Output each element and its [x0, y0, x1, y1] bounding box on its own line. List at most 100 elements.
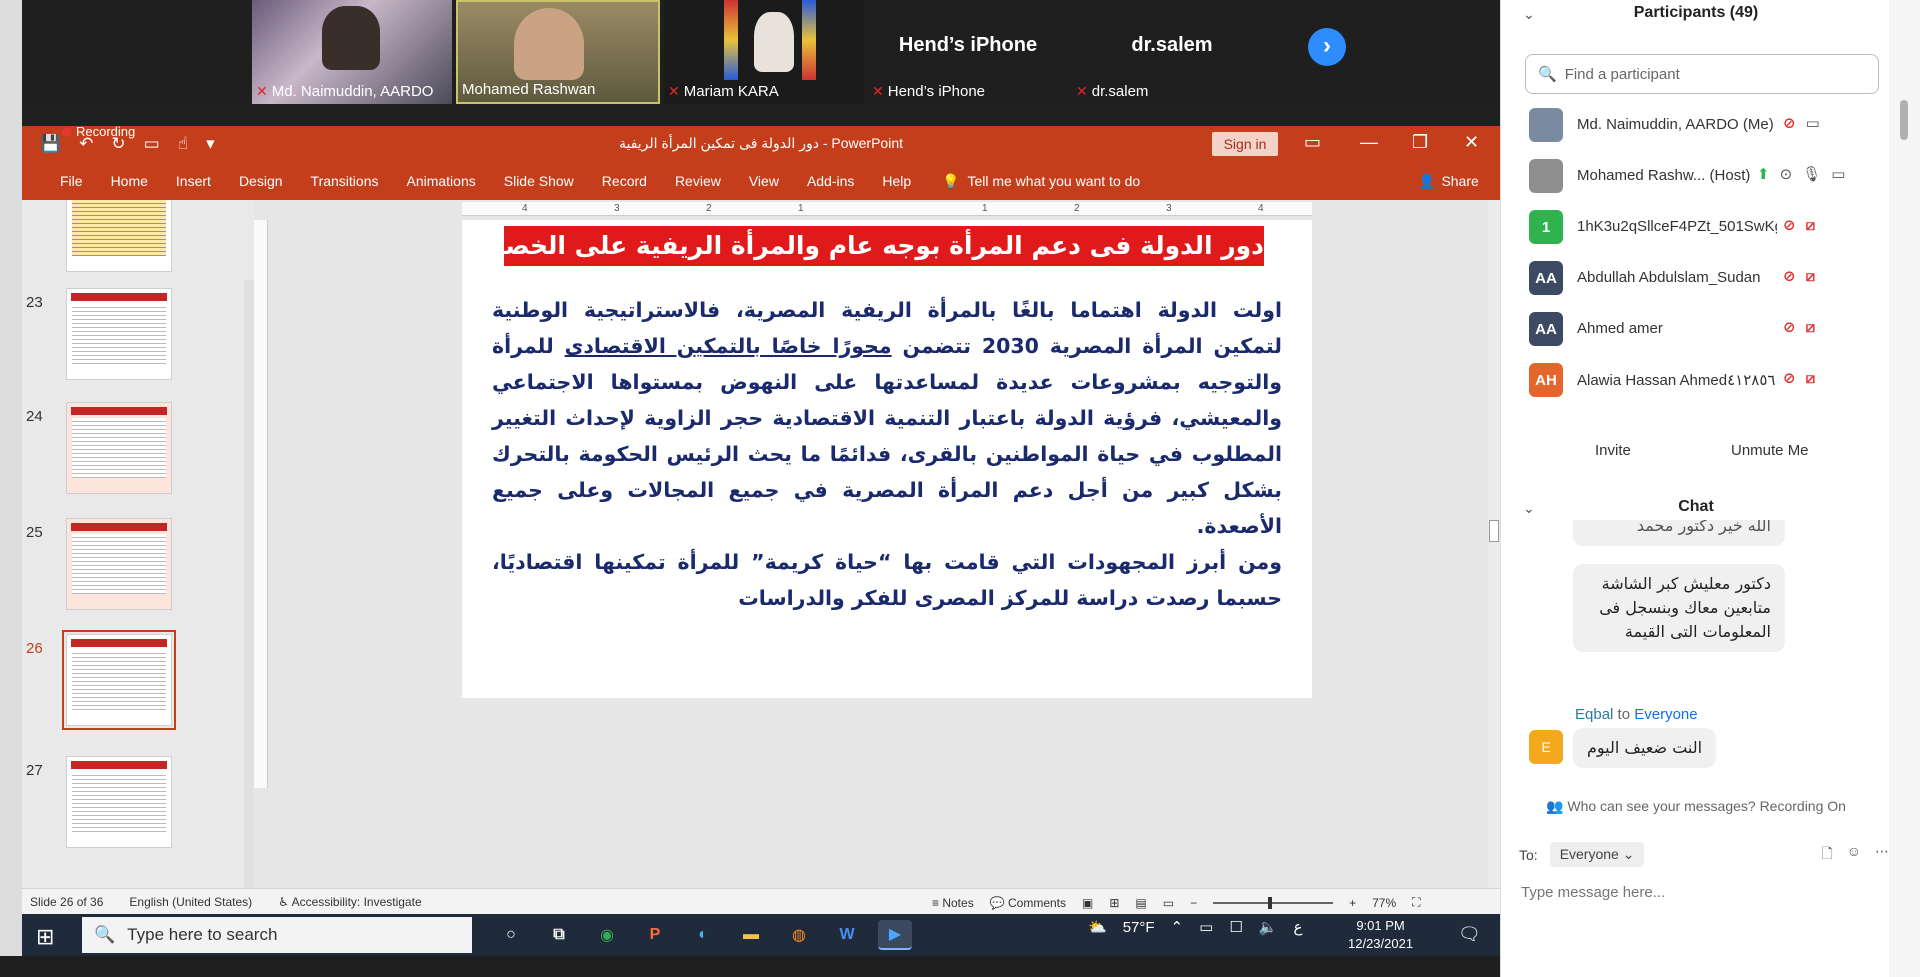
- participant-row[interactable]: AA Abdullah Abdulslam_Sudan ⊘ ⧄: [1501, 253, 1891, 303]
- task-view-icon[interactable]: ⧉: [542, 920, 576, 950]
- slide-canvas[interactable]: دور الدولة فى دعم المرأة بوجه عام والمرأ…: [462, 220, 1312, 698]
- file-icon[interactable]: 🗋: [1821, 843, 1832, 867]
- tab-slide-show[interactable]: Slide Show: [490, 173, 588, 189]
- participant-status-icons: ⬆ ⊙ 🎙 ▭: [1757, 165, 1845, 183]
- volume-icon[interactable]: 🔈: [1259, 918, 1278, 936]
- share-screen-icon: ⬆: [1757, 166, 1770, 183]
- slide-title[interactable]: دور الدولة فى دعم المرأة بوجه عام والمرأ…: [504, 226, 1264, 266]
- panel-scrollbar[interactable]: [1889, 0, 1920, 977]
- network-icon[interactable]: ☐: [1229, 918, 1242, 936]
- zoom-out-icon[interactable]: −: [1190, 896, 1197, 910]
- video-tile-mariam[interactable]: ✕ Mariam KARA: [664, 0, 864, 104]
- zoom-in-icon[interactable]: +: [1349, 896, 1356, 910]
- slide-thumbnail[interactable]: [66, 200, 172, 272]
- taskbar-search-box[interactable]: 🔍 Type here to search: [82, 917, 472, 953]
- reading-view-icon[interactable]: ▤: [1135, 896, 1146, 910]
- slideshow-view-icon[interactable]: ▭: [1163, 896, 1174, 910]
- edge-icon[interactable]: ◐: [686, 920, 720, 950]
- weather-icon[interactable]: ⛅: [1088, 918, 1107, 936]
- language-indicator[interactable]: English (United States): [129, 895, 252, 909]
- tab-review[interactable]: Review: [661, 173, 735, 189]
- video-tile-naimuddin[interactable]: ✕ Md. Naimuddin, AARDO: [252, 0, 452, 104]
- weather-temp[interactable]: 57°F: [1123, 919, 1155, 936]
- tab-home[interactable]: Home: [97, 173, 162, 189]
- slide-thumbnail[interactable]: [66, 756, 172, 848]
- video-tile-label: ✕ dr.salem: [1076, 83, 1149, 100]
- participant-row[interactable]: AH Alawia Hassan Ahmed٤١٢٨٥٦ ⊘ ⧄: [1501, 355, 1891, 405]
- tab-add-ins[interactable]: Add-ins: [793, 173, 868, 189]
- word-icon[interactable]: W: [830, 920, 864, 950]
- tab-help[interactable]: Help: [868, 173, 925, 189]
- zoom-slider[interactable]: [1213, 896, 1334, 909]
- flag-decoration: [724, 0, 738, 80]
- notifications-icon[interactable]: 🗨: [1458, 924, 1481, 945]
- share-button[interactable]: 👤 Share: [1418, 173, 1479, 190]
- slide-thumbnail[interactable]: [62, 630, 176, 730]
- recipient-select[interactable]: Everyone ⌄: [1549, 842, 1645, 867]
- scrollbar-thumb[interactable]: [1489, 520, 1499, 542]
- accessibility-status[interactable]: ♿ Accessibility: Investigate: [278, 895, 422, 909]
- emoji-icon[interactable]: ☺: [1847, 843, 1861, 867]
- tray-expand-icon[interactable]: ⌃: [1171, 918, 1184, 936]
- fit-slide-icon[interactable]: ⛶: [1412, 895, 1420, 910]
- slide-number: 25: [26, 524, 43, 541]
- video-tile-rashwan[interactable]: Mohamed Rashwan: [456, 0, 660, 104]
- taskbar-clock[interactable]: 9:01 PM 12/23/2021: [1348, 917, 1413, 953]
- notes-button[interactable]: ≡ Notes: [932, 896, 974, 910]
- slide-thumbnail[interactable]: [66, 288, 172, 380]
- thumbnail-title-band: [71, 761, 167, 769]
- participant-row[interactable]: Mohamed Rashw... (Host) ⬆ ⊙ 🎙 ▭: [1501, 151, 1891, 201]
- tab-view[interactable]: View: [735, 173, 793, 189]
- invite-button[interactable]: Invite: [1579, 436, 1647, 466]
- keyboard-language[interactable]: ع: [1293, 918, 1302, 936]
- background-window-edge: [0, 0, 22, 977]
- comments-button[interactable]: 💬 Comments: [990, 896, 1066, 910]
- firefox-icon[interactable]: ◍: [782, 920, 816, 950]
- close-icon[interactable]: ✕: [1464, 132, 1479, 153]
- participant-row[interactable]: 11hK3u2qSllceF4PZt_501SwKgrA...⊘⧄: [1501, 202, 1891, 252]
- chrome-icon[interactable]: ◉: [590, 920, 624, 950]
- chat-bubble: دكتور معليش كبر الشاشة متابعين معاك وبنس…: [1573, 564, 1785, 652]
- chat-message-input[interactable]: [1521, 880, 1881, 904]
- tab-file[interactable]: File: [46, 173, 97, 189]
- zoom-slider-knob[interactable]: [1268, 896, 1273, 909]
- slide-vertical-scrollbar[interactable]: [1488, 200, 1500, 888]
- thumbnails-scrollbar[interactable]: [244, 280, 254, 956]
- scrollbar-thumb[interactable]: [1900, 100, 1908, 140]
- tab-transitions[interactable]: Transitions: [297, 173, 393, 189]
- slide-thumbnail[interactable]: [66, 402, 172, 494]
- slide-thumbnail[interactable]: [66, 518, 172, 610]
- tell-me-search[interactable]: 💡 Tell me what you want to do: [942, 173, 1140, 190]
- chat-visibility-notice[interactable]: 👥 Who can see your messages? Recording O…: [1501, 798, 1891, 815]
- zoom-app-icon[interactable]: ▶: [878, 920, 912, 950]
- sign-in-button[interactable]: Sign in: [1212, 132, 1278, 156]
- powerpoint-icon[interactable]: P: [638, 920, 672, 950]
- tab-insert[interactable]: Insert: [162, 173, 225, 189]
- windows-start-icon[interactable]: ⊞: [36, 924, 54, 950]
- next-page-arrow-icon[interactable]: ›: [1308, 28, 1346, 66]
- ribbon-display-options-icon[interactable]: ▭: [1304, 132, 1321, 153]
- participant-row[interactable]: Md. Naimuddin, AARDO (Me) ⊘ ▭: [1501, 100, 1891, 150]
- collapse-chevron-icon[interactable]: ⌄: [1523, 6, 1535, 23]
- tab-design[interactable]: Design: [225, 173, 297, 189]
- unmute-me-button[interactable]: Unmute Me: [1715, 436, 1825, 466]
- slide-sorter-icon[interactable]: ⊞: [1109, 896, 1119, 910]
- restore-icon[interactable]: ❐: [1412, 132, 1428, 153]
- find-participant-input[interactable]: 🔍 Find a participant: [1525, 54, 1879, 94]
- file-explorer-icon[interactable]: ▬: [734, 920, 768, 950]
- more-icon[interactable]: ⋯: [1875, 843, 1889, 867]
- zoom-level[interactable]: 77%: [1372, 896, 1396, 910]
- mic-on-icon: 🎙: [1802, 166, 1822, 183]
- tab-animations[interactable]: Animations: [392, 173, 489, 189]
- slide-paragraph-2: ومن أبرز المجهودات التي قامت بها “حياة ك…: [492, 550, 1282, 610]
- cortana-icon[interactable]: ○: [494, 920, 528, 950]
- video-tile-hend[interactable]: Hend’s iPhone ✕ Hend’s iPhone: [868, 0, 1068, 104]
- battery-icon[interactable]: ▭: [1199, 918, 1213, 936]
- slide-body-text[interactable]: اولت الدولة اهتماما بالغًا بالمرأة الريف…: [492, 292, 1282, 616]
- normal-view-icon[interactable]: ▣: [1082, 896, 1093, 910]
- minimize-icon[interactable]: —: [1360, 132, 1378, 153]
- video-tile-drsalem[interactable]: dr.salem ✕ dr.salem: [1072, 0, 1272, 104]
- participant-row[interactable]: AA Ahmed amer ⊘ ⧄: [1501, 304, 1891, 354]
- collapse-chevron-icon[interactable]: ⌄: [1523, 500, 1535, 517]
- tab-record[interactable]: Record: [588, 173, 661, 189]
